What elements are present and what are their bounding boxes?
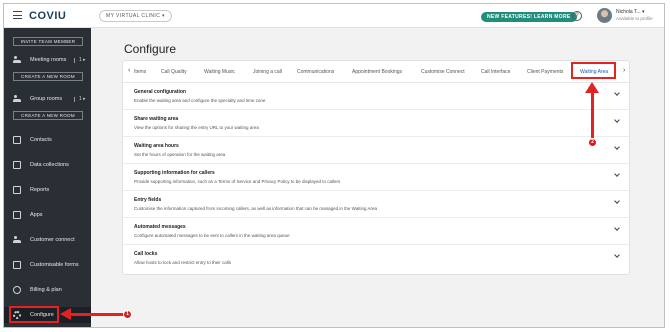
tab-bar: ‹ Items Call Quality Waiting Music Joini… bbox=[123, 61, 629, 83]
section-description: Set the hours of operation for the waiti… bbox=[134, 152, 226, 157]
coviu-logo: COVIU bbox=[29, 10, 67, 22]
divider bbox=[74, 58, 75, 63]
tab-call-interface[interactable]: Call Interface bbox=[481, 69, 510, 75]
tab-waiting-music[interactable]: Waiting Music bbox=[204, 69, 235, 75]
chevron-down-icon[interactable] bbox=[614, 198, 620, 204]
people-icon bbox=[13, 95, 21, 103]
configure-panel: ‹ Items Call Quality Waiting Music Joini… bbox=[122, 60, 630, 275]
top-bar: COVIU MY VIRTUAL CLINIC ▾ NEW FEATURES! … bbox=[4, 4, 664, 28]
new-features-button[interactable]: NEW FEATURES! LEARN MORE bbox=[481, 12, 577, 22]
page-title: Configure bbox=[124, 42, 177, 56]
person-icon bbox=[13, 236, 21, 244]
contacts-icon bbox=[13, 136, 21, 144]
sidebar-item-data-collections[interactable]: Data collections bbox=[4, 157, 91, 173]
divider bbox=[74, 97, 75, 102]
app-window: COVIU MY VIRTUAL CLINIC ▾ NEW FEATURES! … bbox=[3, 3, 665, 328]
sidebar: INVITE TEAM MEMBER Meeting rooms 1 ▸ CRE… bbox=[4, 28, 91, 327]
section-title: Automated messages bbox=[134, 224, 186, 230]
section-entry-fields[interactable]: Entry fields Customise the information c… bbox=[123, 191, 629, 218]
waiting-area-tab-highlight bbox=[571, 62, 616, 79]
sidebar-item-label: Apps bbox=[30, 212, 43, 218]
clinic-selector[interactable]: MY VIRTUAL CLINIC ▾ bbox=[99, 10, 172, 22]
tab-joining-a-call[interactable]: Joining a call bbox=[253, 69, 282, 75]
chevron-down-icon[interactable] bbox=[614, 252, 620, 258]
section-title: Call locks bbox=[134, 251, 158, 257]
sidebar-item-label: Data collections bbox=[30, 162, 69, 168]
sidebar-item-label: Contacts bbox=[30, 137, 52, 143]
chevron-down-icon[interactable] bbox=[614, 117, 620, 123]
people-icon bbox=[13, 56, 21, 64]
section-title: Supporting information for callers bbox=[134, 170, 215, 176]
configure-highlight bbox=[9, 306, 59, 323]
tab-scroll-left-icon[interactable]: ‹ bbox=[128, 67, 130, 74]
section-call-locks[interactable]: Call locks Allow hosts to lock and restr… bbox=[123, 245, 629, 272]
reports-icon bbox=[13, 186, 21, 194]
user-name[interactable]: Nichola T... ▾ bbox=[616, 9, 645, 15]
section-title: Share waiting area bbox=[134, 116, 179, 122]
apps-icon bbox=[13, 211, 21, 219]
group-rooms-count: 1 ▸ bbox=[79, 96, 86, 102]
forms-icon bbox=[13, 261, 21, 269]
tab-scroll-right-icon[interactable]: › bbox=[623, 67, 625, 74]
chevron-down-icon[interactable] bbox=[614, 144, 620, 150]
section-description: Provide supporting information, such as … bbox=[134, 179, 341, 184]
section-title: Entry fields bbox=[134, 197, 162, 203]
sidebar-item-label: Reports bbox=[30, 187, 50, 193]
chevron-down-icon[interactable] bbox=[614, 171, 620, 177]
section-description: Allow hosts to lock and restrict entry t… bbox=[134, 260, 232, 265]
hamburger-menu-icon[interactable] bbox=[13, 11, 22, 19]
section-description: View the options for sharing the entry U… bbox=[134, 125, 259, 130]
chevron-down-icon[interactable] bbox=[614, 225, 620, 231]
user-status: Available to profile bbox=[616, 16, 653, 21]
tab-communications[interactable]: Communications bbox=[297, 69, 334, 75]
chevron-down-icon[interactable] bbox=[614, 90, 620, 96]
section-waiting-area-hours[interactable]: Waiting area hours Set the hours of oper… bbox=[123, 137, 629, 164]
sidebar-item-label: Group rooms bbox=[30, 96, 63, 102]
create-group-room-button[interactable]: CREATE A NEW ROOM bbox=[13, 111, 83, 120]
section-title: General configuration bbox=[134, 89, 186, 95]
help-icon[interactable]: ? bbox=[572, 11, 582, 21]
step-2-badge: 2 bbox=[588, 138, 597, 147]
tab-customise-connect[interactable]: Customise Connect bbox=[421, 69, 465, 75]
section-automated-messages[interactable]: Automated messages Configure automated m… bbox=[123, 218, 629, 245]
sidebar-item-customisable-forms[interactable]: Customisable forms bbox=[4, 257, 91, 273]
sidebar-item-label: Meeting rooms bbox=[30, 57, 67, 63]
section-title: Waiting area hours bbox=[134, 143, 179, 149]
section-share-waiting-area[interactable]: Share waiting area View the options for … bbox=[123, 110, 629, 137]
sidebar-item-customer-connect[interactable]: Customer connect bbox=[4, 232, 91, 248]
data-collections-icon bbox=[13, 161, 21, 169]
sidebar-item-label: Billing & plan bbox=[30, 287, 62, 293]
tab-client-payments[interactable]: Client Payments bbox=[527, 69, 563, 75]
sidebar-item-contacts[interactable]: Contacts bbox=[4, 132, 91, 148]
section-supporting-information[interactable]: Supporting information for callers Provi… bbox=[123, 164, 629, 191]
sidebar-item-reports[interactable]: Reports bbox=[4, 182, 91, 198]
avatar[interactable] bbox=[597, 8, 612, 23]
step-1-badge: 1 bbox=[123, 310, 132, 319]
invite-team-member-button[interactable]: INVITE TEAM MEMBER bbox=[13, 37, 83, 46]
section-description: Customise the information captured from … bbox=[134, 206, 377, 211]
create-meeting-room-button[interactable]: CREATE A NEW ROOM bbox=[13, 72, 83, 81]
sidebar-item-apps[interactable]: Apps bbox=[4, 207, 91, 223]
dollar-icon bbox=[13, 286, 21, 294]
sidebar-item-meeting-rooms[interactable]: Meeting rooms 1 ▸ bbox=[4, 52, 91, 68]
section-description: Enable the waiting area and configure th… bbox=[134, 98, 266, 103]
sidebar-item-billing[interactable]: Billing & plan bbox=[4, 282, 91, 298]
annotation-arrow-line bbox=[70, 313, 124, 316]
tab-appointment-bookings[interactable]: Appointment Bookings bbox=[352, 69, 402, 75]
section-description: Configure automated messages to be sent … bbox=[134, 233, 290, 238]
tab-items[interactable]: Items bbox=[134, 69, 146, 75]
section-general-configuration[interactable]: General configuration Enable the waiting… bbox=[123, 83, 629, 110]
sidebar-item-label: Customer connect bbox=[30, 237, 75, 243]
tab-call-quality[interactable]: Call Quality bbox=[161, 69, 187, 75]
annotation-arrow-line bbox=[591, 90, 594, 138]
meeting-rooms-count: 1 ▸ bbox=[79, 57, 86, 63]
sidebar-item-group-rooms[interactable]: Group rooms 1 ▸ bbox=[4, 91, 91, 107]
sidebar-item-label: Customisable forms bbox=[30, 262, 79, 268]
